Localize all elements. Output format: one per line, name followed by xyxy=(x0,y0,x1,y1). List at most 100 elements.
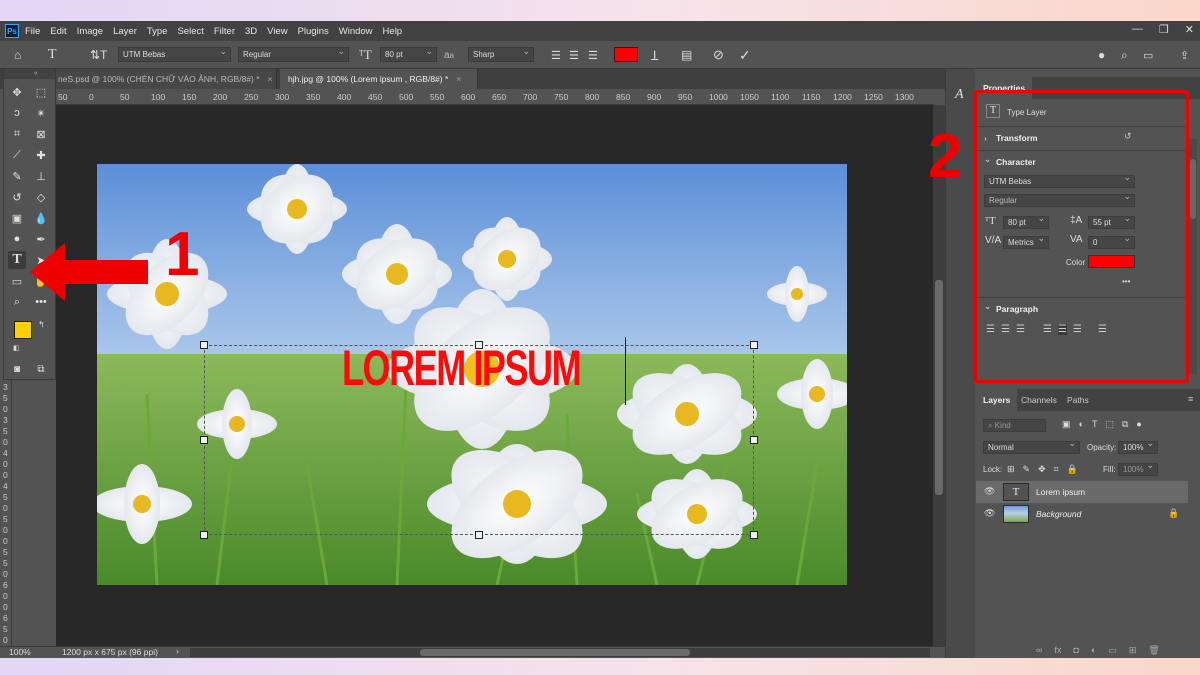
type-tool-preset-icon[interactable]: T xyxy=(48,41,57,69)
layer-style-icon[interactable]: fx xyxy=(1054,645,1061,656)
new-group-icon[interactable]: ▭ xyxy=(1108,645,1117,656)
layer-row-background[interactable]: 👁 Background 🔒 xyxy=(976,503,1188,525)
photoshop-logo[interactable]: Ps xyxy=(5,24,19,38)
horizontal-scrollbar[interactable] xyxy=(190,648,930,657)
status-arrow-icon[interactable]: › xyxy=(176,646,179,656)
adjustment-filter-icon[interactable]: ◐ xyxy=(1079,419,1084,430)
text-color-swatch[interactable] xyxy=(614,47,638,62)
blur-tool-icon[interactable]: 💧 xyxy=(32,209,50,227)
crop-tool-icon[interactable]: ⌗ xyxy=(8,125,26,143)
home-icon[interactable]: ⌂ xyxy=(14,41,21,69)
close-icon[interactable]: ✕ xyxy=(1185,23,1194,36)
tab-layers[interactable]: Layers xyxy=(976,389,1018,411)
menu-image[interactable]: Image xyxy=(77,26,103,37)
marquee-tool-icon[interactable]: ⬚ xyxy=(32,83,50,101)
lock-artboard-icon[interactable]: ⌗ xyxy=(1054,464,1059,475)
toolbox-collapse[interactable]: « xyxy=(4,69,55,79)
layer-name[interactable]: Lorem ipsum xyxy=(1036,487,1085,497)
menu-file[interactable]: File xyxy=(25,26,40,37)
opacity-field[interactable]: 100% xyxy=(1118,438,1158,454)
layer-filter-kind[interactable]: ⌕ Kind xyxy=(983,419,1046,432)
character-panel-icon[interactable]: A xyxy=(955,87,964,103)
menu-filter[interactable]: Filter xyxy=(214,26,235,37)
transform-handle[interactable] xyxy=(200,341,208,349)
tab-close-icon[interactable]: × xyxy=(268,74,273,84)
minimize-icon[interactable]: — xyxy=(1132,23,1143,36)
screen-mode-icon[interactable]: ⧉ xyxy=(32,360,50,378)
default-colors-icon[interactable]: ◧ xyxy=(13,344,20,352)
lock-position-icon[interactable]: ✥ xyxy=(1038,464,1046,475)
align-left-icon[interactable]: ☰ xyxy=(551,41,561,69)
move-tool-icon[interactable]: ✥ xyxy=(8,83,26,101)
gradient-tool-icon[interactable]: ▣ xyxy=(8,209,26,227)
scrollbar-thumb[interactable] xyxy=(935,280,943,495)
layer-name[interactable]: Background xyxy=(1036,509,1081,519)
lock-transparency-icon[interactable]: ⊞ xyxy=(1007,464,1015,475)
visibility-eye-icon[interactable]: 👁 xyxy=(984,486,995,497)
frame-tool-icon[interactable]: ⊠ xyxy=(32,125,50,143)
transform-handle[interactable] xyxy=(750,531,758,539)
transform-handle[interactable] xyxy=(475,531,483,539)
font-size-dropdown[interactable]: 80 pt xyxy=(380,45,437,62)
tab-document-1[interactable]: neS.psd @ 100% (CHÈN CHỮ VÀO ẢNH, RGB/8#… xyxy=(50,69,277,89)
font-family-dropdown[interactable]: UTM Bebas xyxy=(118,45,231,62)
lock-pixels-icon[interactable]: ✎ xyxy=(1023,464,1031,475)
magic-wand-tool-icon[interactable]: ✴ xyxy=(32,104,50,122)
type-filter-icon[interactable]: T xyxy=(1092,419,1098,430)
cancel-icon[interactable]: ⊘ xyxy=(713,41,724,69)
antialias-dropdown[interactable]: Sharp xyxy=(468,45,534,62)
transform-handle[interactable] xyxy=(200,436,208,444)
menu-3d[interactable]: 3D xyxy=(245,26,257,37)
scrollbar-thumb[interactable] xyxy=(1190,159,1196,219)
visibility-eye-icon[interactable]: 👁 xyxy=(984,508,995,519)
delete-layer-icon[interactable]: 🗑 xyxy=(1148,645,1159,656)
properties-scrollbar[interactable] xyxy=(1189,139,1197,374)
new-layer-icon[interactable]: ⊞ xyxy=(1129,645,1137,656)
type-tool-icon[interactable]: T xyxy=(8,251,26,269)
layer-row-text[interactable]: 👁 T Lorem ipsum xyxy=(976,481,1188,503)
pixel-filter-icon[interactable]: ▣ xyxy=(1062,419,1071,430)
workspace-icon[interactable]: ▭ xyxy=(1143,41,1153,69)
menu-window[interactable]: Window xyxy=(339,26,373,37)
lasso-tool-icon[interactable]: ↄ xyxy=(8,104,26,122)
menu-layer[interactable]: Layer xyxy=(113,26,137,37)
transform-handle[interactable] xyxy=(750,341,758,349)
eraser-tool-icon[interactable]: ◇ xyxy=(32,188,50,206)
menu-select[interactable]: Select xyxy=(177,26,203,37)
tab-paths[interactable]: Paths xyxy=(1060,389,1096,411)
restore-icon[interactable]: ❐ xyxy=(1159,23,1169,36)
canvas-text-layer[interactable]: LOREM IPSUM xyxy=(342,339,582,397)
share-icon[interactable]: ⇪ xyxy=(1180,41,1189,69)
tab-document-2[interactable]: hjh.jpg @ 100% (Lorem ipsum , RGB/8#) * × xyxy=(280,69,478,89)
menu-view[interactable]: View xyxy=(267,26,287,37)
transform-handle[interactable] xyxy=(200,531,208,539)
shape-filter-icon[interactable]: ⬚ xyxy=(1105,419,1114,430)
text-orientation-icon[interactable]: ⇅T xyxy=(90,41,107,69)
rectangle-tool-icon[interactable]: ▭ xyxy=(8,272,26,290)
link-layers-icon[interactable]: ∞ xyxy=(1036,645,1042,656)
fill-field[interactable]: 100% xyxy=(1118,460,1158,476)
share-user-icon[interactable]: ● xyxy=(1098,41,1105,69)
panel-menu-icon[interactable]: ≡ xyxy=(1188,394,1193,404)
menu-edit[interactable]: Edit xyxy=(50,26,66,37)
menu-help[interactable]: Help xyxy=(383,26,403,37)
dodge-tool-icon[interactable]: ● xyxy=(8,230,26,248)
tab-channels[interactable]: Channels xyxy=(1014,389,1064,411)
commit-icon[interactable]: ✓ xyxy=(739,41,751,69)
foreground-color-swatch[interactable] xyxy=(14,321,32,339)
quick-mask-icon[interactable]: ◙ xyxy=(8,360,26,378)
history-brush-tool-icon[interactable]: ↺ xyxy=(8,188,26,206)
align-center-icon[interactable]: ☰ xyxy=(569,41,579,69)
menu-plugins[interactable]: Plugins xyxy=(298,26,329,37)
align-right-icon[interactable]: ☰ xyxy=(588,41,598,69)
zoom-tool-icon[interactable]: ⌕ xyxy=(8,293,26,311)
menu-type[interactable]: Type xyxy=(147,26,168,37)
font-style-dropdown[interactable]: Regular xyxy=(238,45,349,62)
character-panel-icon[interactable]: ▤ xyxy=(681,41,692,69)
tab-close-icon[interactable]: × xyxy=(456,74,461,84)
lock-all-icon[interactable]: 🔒 xyxy=(1067,464,1078,475)
transform-handle[interactable] xyxy=(750,436,758,444)
search-icon[interactable]: ⌕ xyxy=(1121,41,1128,69)
warp-text-icon[interactable]: Ʇ xyxy=(651,41,658,69)
eyedropper-tool-icon[interactable]: ⟋ xyxy=(8,146,26,164)
